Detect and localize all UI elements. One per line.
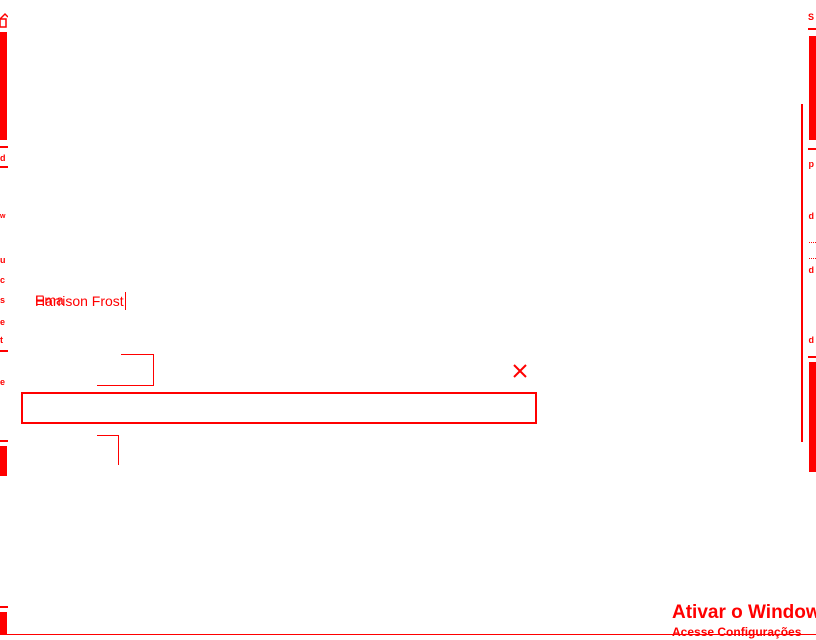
selection-outline <box>97 435 119 465</box>
close-button[interactable] <box>511 362 529 380</box>
left-panel-edge: d w u c s e t e <box>0 0 8 640</box>
divider <box>0 606 8 608</box>
left-nav-glyph[interactable]: d <box>0 154 6 163</box>
scrollbar[interactable] <box>801 104 803 442</box>
right-panel-glyph[interactable]: d <box>809 212 815 221</box>
text-input[interactable] <box>21 392 537 424</box>
divider <box>0 440 8 442</box>
divider <box>0 166 8 168</box>
text-caret <box>124 292 126 310</box>
left-nav-glyph[interactable]: t <box>0 336 3 345</box>
divider <box>0 146 8 148</box>
right-panel-bar[interactable] <box>809 362 816 472</box>
name-field-label: Ema <box>35 292 64 308</box>
left-nav-bar[interactable] <box>0 446 7 476</box>
close-icon <box>513 364 527 378</box>
right-panel-glyph[interactable]: d <box>809 266 815 275</box>
left-nav-bar[interactable] <box>0 612 7 634</box>
divider <box>808 148 816 150</box>
divider <box>808 28 816 30</box>
divider <box>808 356 816 358</box>
right-panel-edge: S p d d d <box>806 0 816 640</box>
right-panel-letter: S <box>807 12 814 22</box>
watermark-title: Ativar o Windows <box>672 602 816 623</box>
divider <box>0 350 8 352</box>
left-nav-glyph[interactable]: u <box>0 256 6 265</box>
left-nav-bar[interactable] <box>0 32 7 140</box>
left-nav-glyph[interactable]: e <box>0 378 5 387</box>
watermark-subtitle: Acesse Configurações <box>672 625 802 639</box>
dotted-separator <box>809 242 816 243</box>
selection-outline <box>97 354 154 386</box>
dotted-separator <box>809 258 816 259</box>
right-panel-bar[interactable] <box>809 36 816 140</box>
left-nav-glyph[interactable]: s <box>0 296 5 305</box>
left-nav-glyph[interactable]: e <box>0 318 5 327</box>
name-field[interactable]: Ema Harrison Frost <box>35 292 127 310</box>
left-nav-glyph[interactable]: c <box>0 276 5 285</box>
right-panel-letter: p <box>808 159 815 169</box>
right-panel-glyph[interactable]: d <box>809 336 815 345</box>
home-icon[interactable] <box>0 10 8 30</box>
bottom-border <box>0 634 816 635</box>
left-nav-glyph[interactable]: w <box>0 212 5 221</box>
